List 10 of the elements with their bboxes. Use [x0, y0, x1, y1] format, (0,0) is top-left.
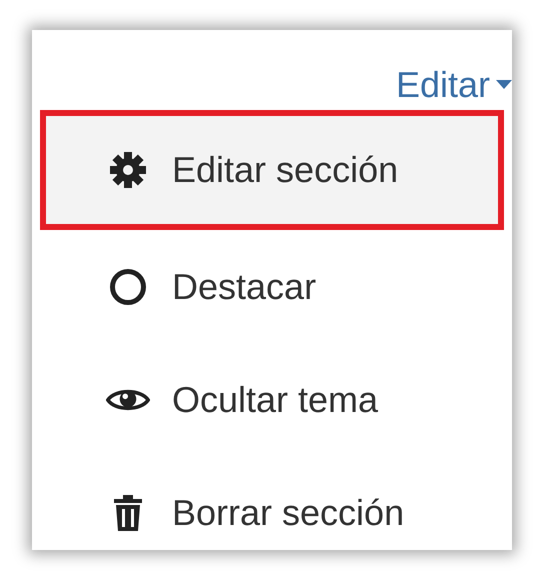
- caret-icon: [496, 80, 512, 90]
- menu-item[interactable]: Editar sección: [40, 110, 504, 230]
- edit-dropdown-button[interactable]: Editar: [396, 64, 512, 110]
- menu-item-label: Ocultar tema: [172, 378, 378, 420]
- menu-item-label: Borrar sección: [172, 492, 404, 534]
- menu-item[interactable]: Borrar sección: [40, 456, 504, 569]
- menu-item[interactable]: Destacar: [40, 230, 504, 343]
- menu-item-label: Editar sección: [172, 149, 398, 191]
- menu-item-label: Destacar: [172, 266, 316, 308]
- menu-item[interactable]: Ocultar tema: [40, 343, 504, 456]
